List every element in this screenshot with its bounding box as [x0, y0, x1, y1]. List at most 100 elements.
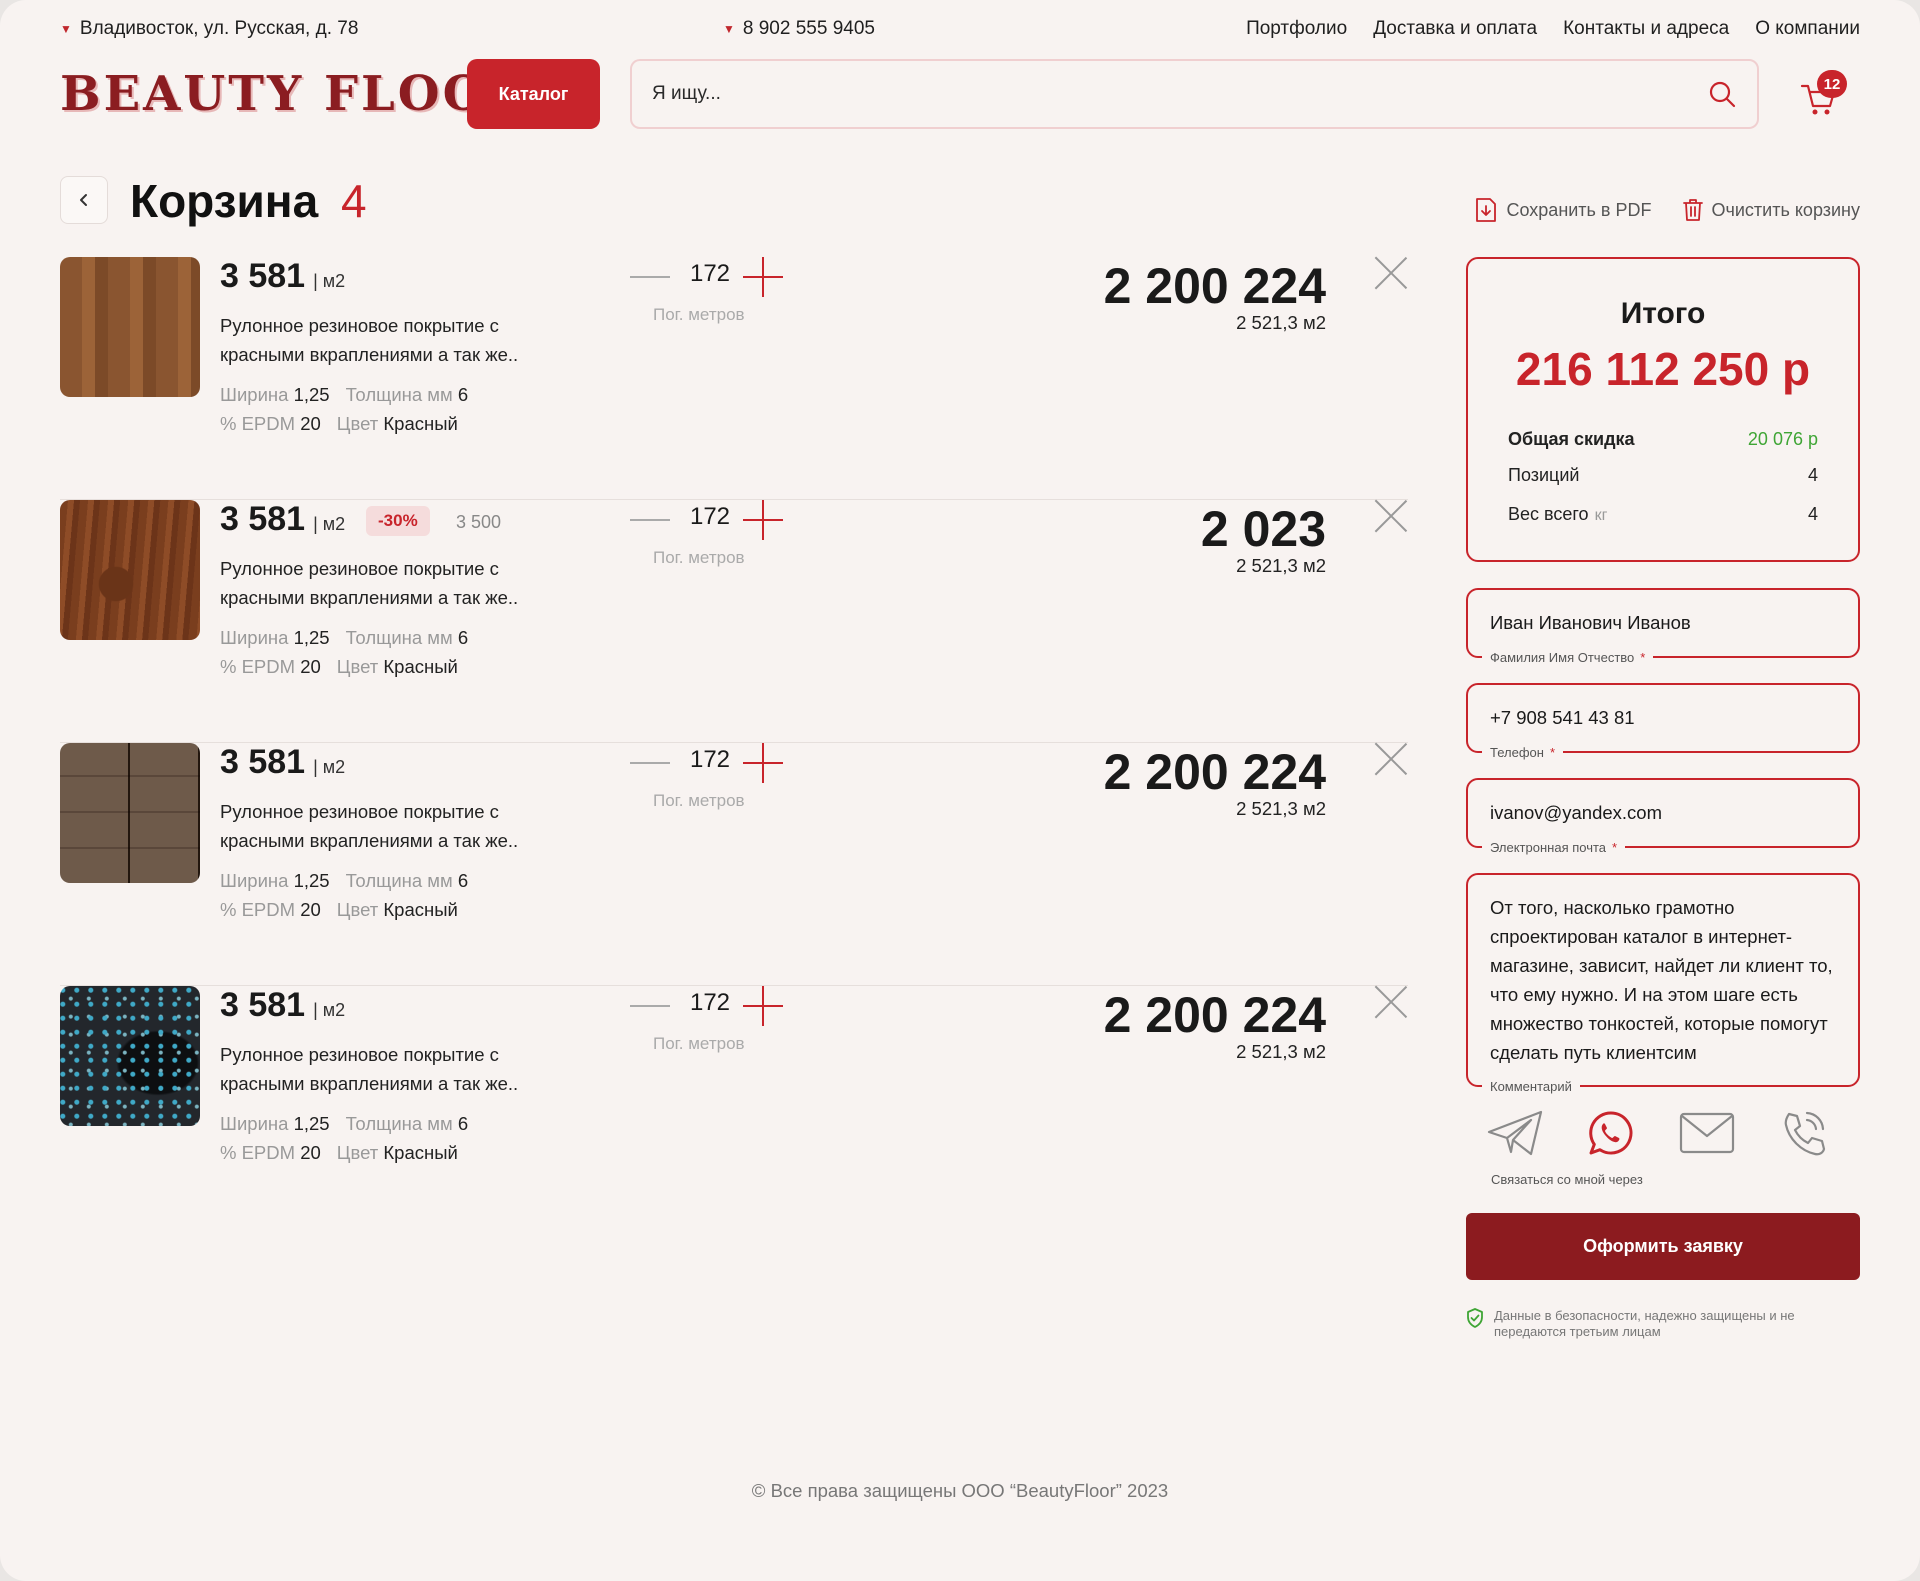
quantity-value[interactable]: 172	[685, 260, 735, 288]
quantity-value[interactable]: 172	[685, 746, 735, 774]
price-unit: | м2	[313, 514, 346, 534]
chevron-left-icon	[80, 194, 87, 206]
nav-link-about[interactable]: О компании	[1755, 18, 1860, 40]
item-area: 2 521,3 м2	[1236, 798, 1326, 819]
spec-label: Толщина мм	[345, 1113, 453, 1134]
trash-icon	[1682, 199, 1703, 221]
product-image[interactable]	[60, 257, 200, 397]
city-selector[interactable]: ▼ Владивосток, ул. Русская, д. 78	[60, 18, 358, 40]
spec-value: Красный	[383, 1142, 458, 1163]
nav-link-contacts[interactable]: Контакты и адреса	[1563, 18, 1729, 40]
email-icon[interactable]	[1679, 1108, 1735, 1158]
spec-value: 6	[457, 1113, 469, 1134]
price-unit: | м2	[313, 1000, 346, 1020]
comment-field[interactable]: От того, насколько грамотно спроектирова…	[1490, 893, 1840, 1068]
spec-value: 1,25	[293, 1113, 330, 1134]
close-icon[interactable]	[1375, 743, 1407, 775]
unit-price: 3 581 | м2	[220, 986, 345, 1025]
quantity-value[interactable]: 172	[685, 503, 735, 531]
chevron-down-icon: ▼	[60, 22, 72, 36]
minus-icon[interactable]	[630, 762, 670, 764]
minus-icon[interactable]	[630, 519, 670, 521]
contact-methods	[1487, 1108, 1831, 1158]
item-total: 2 200 224	[1103, 987, 1326, 1043]
old-price: 3 500	[456, 512, 502, 532]
name-field[interactable]	[1490, 590, 1840, 656]
spec-label: Цвет	[336, 899, 379, 920]
summary-value: 20 076 р	[1747, 429, 1818, 449]
quantity-stepper: 172	[630, 257, 790, 297]
search-icon[interactable]	[1707, 79, 1737, 109]
nav-link-portfolio[interactable]: Портфолио	[1246, 18, 1347, 40]
save-pdf-button[interactable]: Сохранить в PDF	[1474, 197, 1652, 223]
spec-row: Ширина 1,25 Толщина мм 6	[220, 870, 468, 892]
unit-price: 3 581 | м2	[220, 743, 345, 782]
chevron-down-icon: ▼	[723, 22, 735, 36]
close-icon[interactable]	[1375, 500, 1407, 532]
item-area: 2 521,3 м2	[1236, 312, 1326, 333]
item-total: 2 023	[1200, 501, 1326, 557]
plus-icon[interactable]	[743, 986, 783, 1026]
product-image[interactable]	[60, 743, 200, 883]
product-image[interactable]	[60, 500, 200, 640]
close-icon[interactable]	[1375, 986, 1407, 1018]
summary-unit: кг	[1594, 507, 1608, 524]
plus-icon[interactable]	[743, 257, 783, 297]
price-value: 3 581	[220, 986, 306, 1024]
item-total: 2 200 224	[1103, 744, 1326, 800]
phone-icon[interactable]	[1775, 1108, 1831, 1158]
spec-row: Ширина 1,25 Толщина мм 6	[220, 627, 468, 649]
clear-cart-button[interactable]: Очистить корзину	[1682, 197, 1861, 223]
search-bar	[630, 59, 1759, 129]
product-description[interactable]: Рулонное резиновое покрытие с красными в…	[220, 797, 560, 855]
spec-value: 20	[300, 413, 321, 434]
summary-weight-row: Вес всего кг 4	[1508, 504, 1818, 525]
spec-value: 1,25	[293, 627, 330, 648]
product-description[interactable]: Рулонное резиновое покрытие с красными в…	[220, 554, 560, 612]
email-field[interactable]	[1490, 780, 1840, 846]
footer-copyright: © Все права защищены ООО “BeautyFloor” 2…	[751, 1480, 1169, 1501]
top-nav: Портфолио Доставка и оплата Контакты и а…	[1246, 18, 1860, 40]
cart-item: 3 581 | м2 Рулонное резиновое покрытие с…	[60, 986, 1408, 1229]
plus-icon[interactable]	[743, 500, 783, 540]
quantity-unit-label: Пог. метров	[653, 305, 745, 324]
pdf-download-icon	[1476, 198, 1497, 222]
save-pdf-label: Сохранить в PDF	[1506, 199, 1652, 220]
minus-icon[interactable]	[630, 276, 670, 278]
clear-cart-label: Очистить корзину	[1711, 199, 1861, 220]
spec-value: 6	[457, 384, 469, 405]
product-image[interactable]	[60, 986, 200, 1126]
nav-link-delivery[interactable]: Доставка и оплата	[1373, 18, 1537, 40]
minus-icon[interactable]	[630, 1005, 670, 1007]
submit-order-button[interactable]: Оформить заявку	[1466, 1213, 1860, 1280]
quantity-unit-label: Пог. метров	[653, 548, 745, 567]
cart-item-count: 4	[341, 175, 367, 227]
summary-value: 4	[1807, 465, 1818, 485]
close-icon[interactable]	[1375, 257, 1407, 289]
spec-row: % EPDM 20 Цвет Красный	[220, 899, 458, 921]
spec-label: Толщина мм	[345, 627, 453, 648]
unit-price: 3 581 | м2	[220, 500, 345, 539]
name-field-wrapper: Фамилия Имя Отчество *	[1466, 588, 1860, 665]
product-description[interactable]: Рулонное резиновое покрытие с красными в…	[220, 1040, 560, 1098]
quantity-value[interactable]: 172	[685, 989, 735, 1017]
security-note: Данные в безопасности, надежно защищены …	[1466, 1308, 1834, 1340]
search-input[interactable]	[652, 61, 1652, 127]
spec-value: 20	[300, 1142, 321, 1163]
spec-value: 20	[300, 899, 321, 920]
whatsapp-icon[interactable]	[1583, 1108, 1639, 1158]
spec-row: % EPDM 20 Цвет Красный	[220, 656, 458, 678]
page: ▼ Владивосток, ул. Русская, д. 78 ▼ 8 90…	[0, 0, 1920, 1581]
field-label-text: Комментарий	[1490, 1079, 1572, 1094]
product-description[interactable]: Рулонное резиновое покрытие с красными в…	[220, 311, 560, 369]
telegram-icon[interactable]	[1487, 1108, 1543, 1158]
logo[interactable]: BEAUTY FLOOR	[60, 66, 530, 122]
phone-selector[interactable]: ▼ 8 902 555 9405	[723, 18, 875, 40]
item-area: 2 521,3 м2	[1236, 1041, 1326, 1062]
plus-icon[interactable]	[743, 743, 783, 783]
phone-field[interactable]	[1490, 685, 1840, 751]
catalog-button[interactable]: Каталог	[467, 59, 600, 129]
back-button[interactable]	[60, 176, 108, 224]
phone-text: 8 902 555 9405	[742, 18, 875, 39]
field-label-text: Фамилия Имя Отчество	[1490, 650, 1635, 665]
